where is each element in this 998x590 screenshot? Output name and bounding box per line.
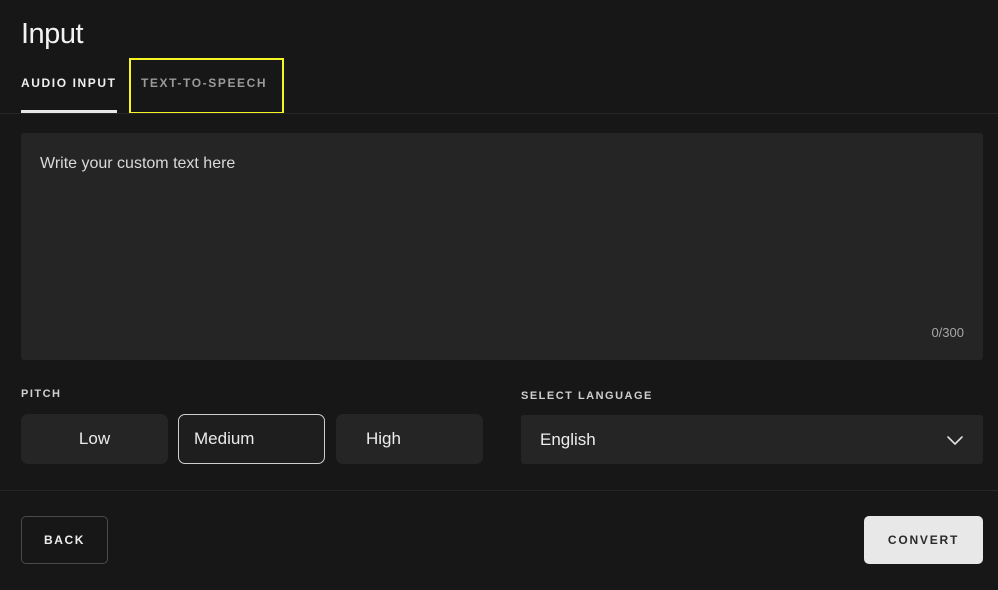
pitch-medium-button[interactable]: Medium	[178, 414, 325, 464]
tab-bar: AUDIO INPUT TEXT-TO-SPEECH	[0, 58, 998, 114]
custom-text-container: 0/300	[21, 133, 983, 360]
pitch-high-button[interactable]: High	[336, 414, 483, 464]
tab-audio-input[interactable]: AUDIO INPUT	[21, 76, 117, 90]
character-counter: 0/300	[931, 325, 964, 340]
tabs-divider	[0, 113, 998, 114]
language-select[interactable]: English	[521, 415, 983, 464]
select-language-label: SELECT LANGUAGE	[521, 390, 653, 402]
convert-button[interactable]: CONVERT	[864, 516, 983, 564]
footer-divider	[0, 490, 998, 491]
custom-text-input[interactable]	[21, 133, 983, 360]
language-select-value: English	[540, 429, 596, 449]
back-button[interactable]: BACK	[21, 516, 108, 564]
pitch-label: PITCH	[21, 388, 62, 400]
pitch-low-button[interactable]: Low	[21, 414, 168, 464]
tab-text-to-speech[interactable]: TEXT-TO-SPEECH	[141, 76, 267, 90]
chevron-down-icon	[947, 435, 963, 445]
page-title: Input	[21, 18, 84, 50]
